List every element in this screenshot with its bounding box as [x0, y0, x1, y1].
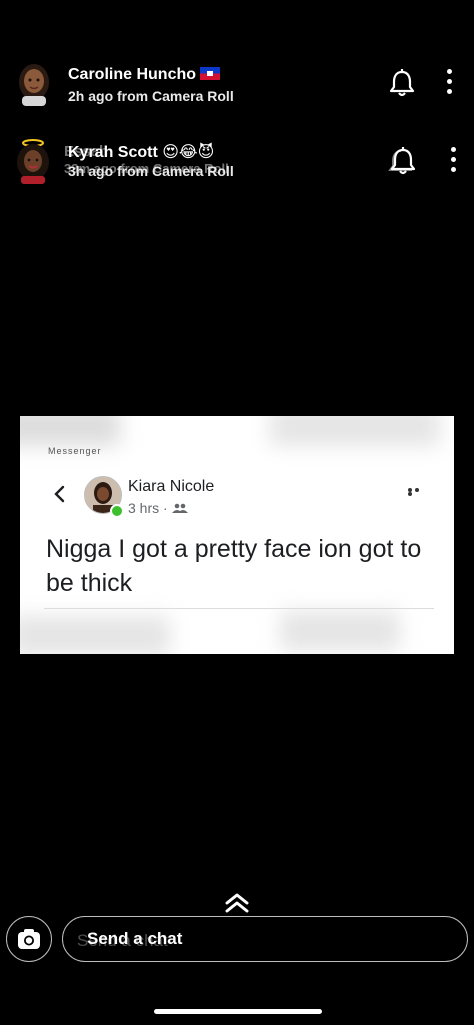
story-author-name: Kyrah Scott 😍😂😈 [68, 144, 215, 161]
online-status-dot [110, 504, 124, 518]
story-timestamp: 2h ago from Camera Roll [68, 88, 234, 104]
chevron-left-icon [52, 484, 66, 504]
double-chevron-up-icon[interactable] [224, 892, 250, 914]
bell-icon[interactable] [388, 68, 416, 98]
camera-icon [18, 929, 40, 949]
story-author-name: Caroline Huncho [68, 66, 221, 84]
story-media-image: Messenger Kiara Nicole 3 hrs · Nigga I g… [20, 416, 454, 654]
camera-button[interactable] [6, 916, 52, 962]
more-vertical-icon[interactable] [444, 147, 462, 177]
post-meta: 3 hrs · [128, 500, 188, 516]
story-header-caroline[interactable]: Caroline Huncho 2h ago from Camera Roll [0, 56, 474, 116]
home-indicator[interactable] [154, 1009, 322, 1014]
post-author-name: Kiara Nicole [128, 478, 215, 495]
chat-placeholder: Send a chat [87, 929, 183, 948]
more-horizontal-icon [408, 488, 428, 496]
divider [44, 608, 434, 609]
send-chat-input[interactable]: Send a chat Send a chat [62, 916, 468, 962]
bitmoji-avatar[interactable] [14, 62, 54, 106]
haiti-flag-icon [200, 67, 221, 80]
more-vertical-icon[interactable] [440, 69, 458, 99]
story-viewer: Caroline Huncho 2h ago from Camera Roll [0, 0, 474, 1025]
emoji-text: 😍😂😈 [162, 144, 215, 161]
story-header-kyrah[interactable]: Essah Kyrah Scott 😍😂😈 33m ago from Camer… [0, 134, 474, 194]
post-text: Nigga I got a pretty face ion got to be … [46, 535, 422, 597]
friends-icon [171, 500, 188, 516]
messenger-header-fragment: Messenger [48, 446, 102, 456]
story-timestamp: 3h ago from Camera Roll [68, 163, 234, 179]
bell-icon[interactable] [388, 146, 416, 176]
bitmoji-avatar-halo[interactable] [12, 138, 54, 184]
